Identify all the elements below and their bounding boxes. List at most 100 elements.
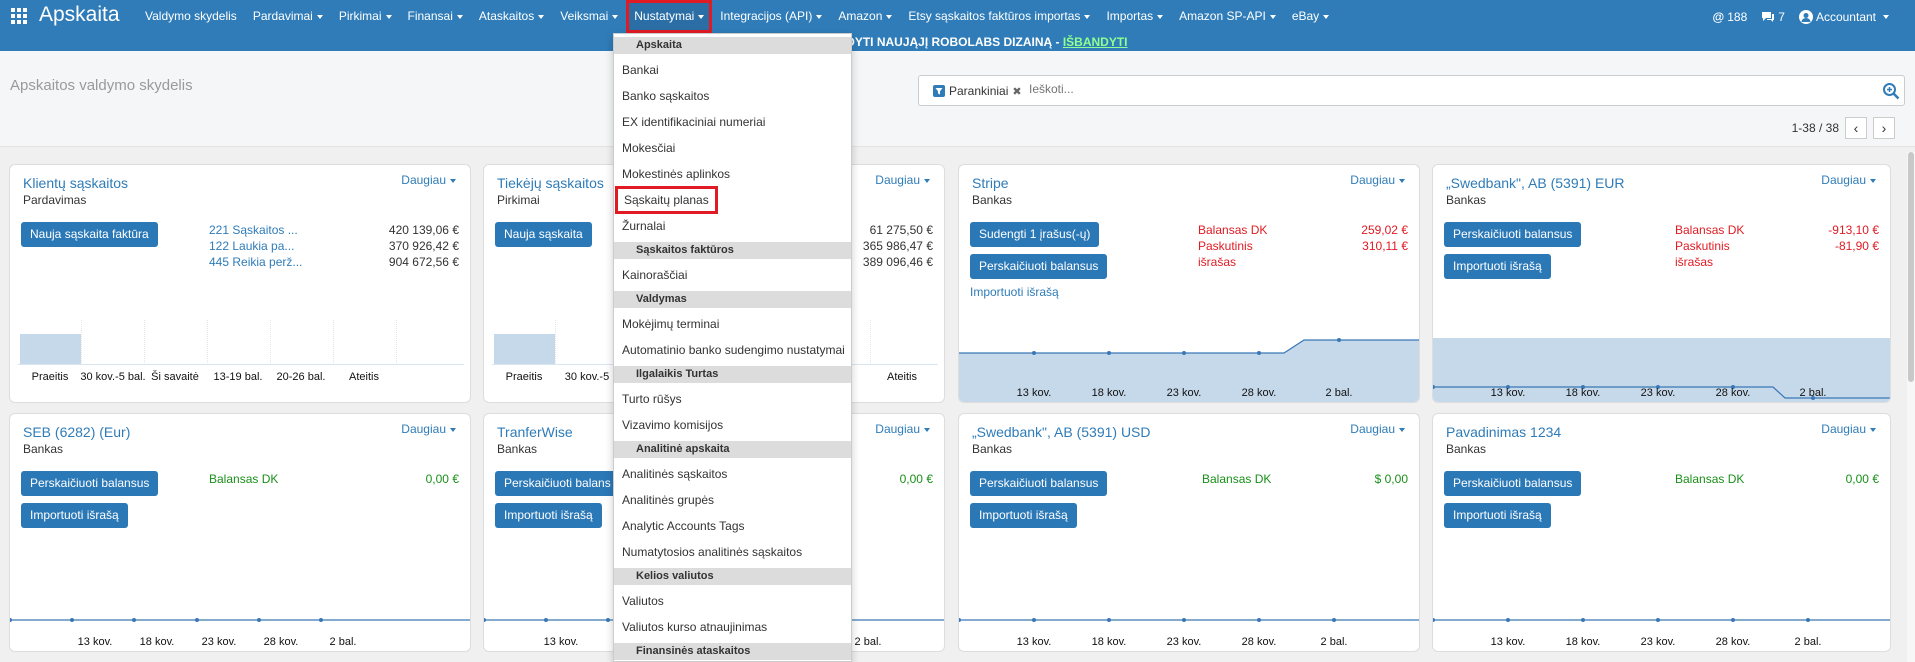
import-statement-button[interactable]: Importuoti išrašą <box>1444 254 1551 279</box>
recalculate-balances-button[interactable]: Perskaičiuoti balansus <box>970 254 1108 279</box>
nav-item-etsy-sąskaitos-faktūros-importas[interactable]: Etsy sąskaitos faktūros importas <box>900 0 1098 33</box>
recalculate-balances-button[interactable]: Perskaičiuoti balansus <box>970 471 1108 496</box>
nav-item-pardavimai[interactable]: Pardavimai <box>245 0 331 33</box>
scrollbar-thumb[interactable] <box>1908 152 1914 382</box>
dropdown-item[interactable]: Banko sąskaitos <box>614 83 851 109</box>
card-title[interactable]: Stripe <box>972 175 1009 191</box>
dropdown-item[interactable]: EX identifikaciniai numeriai <box>614 109 851 135</box>
nav-item-amazon[interactable]: Amazon <box>830 0 900 33</box>
import-statement-button[interactable]: Importuoti išrašą <box>495 503 602 528</box>
dropdown-item[interactable]: Automatinio banko sudengimo nustatymai <box>614 337 851 363</box>
banner-try-link[interactable]: IŠBANDYTI <box>1063 35 1128 49</box>
more-dropdown[interactable]: Daugiau <box>875 173 930 187</box>
import-statement-link[interactable]: Importuoti išrašą <box>970 285 1059 299</box>
reconcile-button[interactable]: Sudengti 1 įrašus(-ų) <box>970 222 1100 247</box>
card-title[interactable]: Pavadinimas 1234 <box>1446 424 1561 440</box>
messages-counter[interactable]: 7 <box>1761 10 1785 24</box>
more-dropdown[interactable]: Daugiau <box>1821 422 1876 436</box>
x-tick-label: 18 kov. <box>1091 636 1127 648</box>
balance-label: Balansas DK <box>1675 472 1745 486</box>
more-dropdown[interactable]: Daugiau <box>1350 422 1405 436</box>
x-tick-label: Ši savaitė <box>151 371 199 383</box>
nav-item-veiksmai[interactable]: Veiksmai <box>552 0 626 33</box>
import-statement-button[interactable]: Importuoti išrašą <box>1444 503 1551 528</box>
more-dropdown[interactable]: Daugiau <box>1350 173 1405 187</box>
new-invoice-button[interactable]: Nauja sąskaita faktūra <box>21 222 158 247</box>
dropdown-item[interactable]: Analitinės grupės <box>614 487 851 513</box>
chevron-down-icon <box>450 427 456 432</box>
dropdown-item[interactable]: Bankai <box>614 57 851 83</box>
card-title[interactable]: „Swedbank", AB (5391) EUR <box>1446 175 1625 191</box>
bill-stat-value: 61 275,50 € <box>869 223 933 237</box>
recalculate-balances-button[interactable]: Perskaičiuoti balansus <box>1444 222 1582 247</box>
more-dropdown[interactable]: Daugiau <box>875 422 930 436</box>
dropdown-item[interactable]: Vizavimo komisijos <box>614 412 851 438</box>
nav-item-finansai[interactable]: Finansai <box>400 0 471 33</box>
new-bill-button[interactable]: Nauja sąskaita <box>495 222 592 247</box>
nav-item-amazon-sp-api[interactable]: Amazon SP-API <box>1171 0 1284 33</box>
chart-bar <box>494 334 555 365</box>
card-title[interactable]: „Swedbank", AB (5391) USD <box>972 424 1151 440</box>
dropdown-item[interactable]: Valiutos kurso atnaujinimas <box>614 614 851 640</box>
search-input[interactable] <box>1029 82 1809 96</box>
card-title[interactable]: Tiekėjų sąskaitos <box>497 175 604 191</box>
nav-item-nustatymai[interactable]: Nustatymai <box>626 0 713 33</box>
card-title[interactable]: Klientų sąskaitos <box>23 175 128 191</box>
dropdown-item[interactable]: Mokestinės aplinkos <box>614 161 851 187</box>
recalculate-balances-button[interactable]: Perskaičiuoti balans <box>495 471 620 496</box>
chart-x-labels: 13 kov. 18 kov. 23 kov. 28 kov. 2 bal. <box>1441 387 1887 401</box>
nav-item-pirkimai[interactable]: Pirkimai <box>331 0 400 33</box>
import-statement-button[interactable]: Importuoti išrašą <box>970 503 1077 528</box>
remove-filter-icon[interactable]: ✖ <box>1012 85 1021 98</box>
dropdown-item[interactable]: Mokėjimų terminai <box>614 311 851 337</box>
last-statement-label: Paskutinis <box>1675 239 1730 253</box>
balance-value: 0,00 € <box>1845 472 1879 486</box>
search-icon[interactable] <box>1882 82 1900 100</box>
card-title[interactable]: TranferWise <box>497 424 573 440</box>
more-dropdown[interactable]: Daugiau <box>1821 173 1876 187</box>
dropdown-item[interactable]: Žurnalai <box>614 213 851 239</box>
dropdown-item[interactable]: Kainoraščiai <box>614 262 851 288</box>
chevron-down-icon <box>698 14 705 19</box>
dropdown-item[interactable]: Analitinės sąskaitos <box>614 461 851 487</box>
invoice-stat-link[interactable]: 221 Sąskaitos ... <box>209 223 298 237</box>
filter-tag[interactable]: Parankiniai ✖ <box>933 84 1022 98</box>
import-statement-button[interactable]: Importuoti išrašą <box>21 503 128 528</box>
recalculate-balances-button[interactable]: Perskaičiuoti balansus <box>1444 471 1582 496</box>
pager-next-button[interactable]: › <box>1873 117 1895 139</box>
dropdown-item-label: Automatinio banko sudengimo nustatymai <box>622 343 845 357</box>
dropdown-item[interactable]: Valiutos <box>614 588 851 614</box>
mentions-count: 188 <box>1727 9 1748 24</box>
last-statement-label: išrašas <box>1675 255 1714 269</box>
pager-prev-button[interactable]: ‹ <box>1845 117 1867 139</box>
x-tick-label: 28 kov. <box>1715 636 1751 648</box>
nav-item-integracijos-api-[interactable]: Integracijos (API) <box>712 0 830 33</box>
dropdown-item[interactable]: Turto rūšys <box>614 386 851 412</box>
invoice-stat-link[interactable]: 122 Laukia pa... <box>209 239 294 253</box>
card-title[interactable]: SEB (6282) (Eur) <box>23 424 130 440</box>
more-dropdown[interactable]: Daugiau <box>401 173 456 187</box>
x-tick-label: 13 kov. <box>1490 387 1526 399</box>
chevron-down-icon <box>1870 427 1876 432</box>
dropdown-item[interactable]: Numatytosios analitinės sąskaitos <box>614 539 851 565</box>
dropdown-item[interactable]: Analytic Accounts Tags <box>614 513 851 539</box>
nav-item-valdymo-skydelis[interactable]: Valdymo skydelis <box>137 0 245 33</box>
dropdown-item[interactable]: Sąskaitų planas <box>614 186 851 214</box>
chart-point <box>1731 618 1735 622</box>
nav-item-ebay[interactable]: eBay <box>1284 0 1337 33</box>
x-tick-label: 18 kov. <box>1565 636 1601 648</box>
chart-x-labels: 13 kov. 18 kov. 23 kov. 28 kov. 2 bal. <box>18 636 464 650</box>
recalculate-balances-button[interactable]: Perskaičiuoti balansus <box>21 471 159 496</box>
user-menu[interactable]: Accountant <box>1798 9 1889 24</box>
app-brand[interactable]: Apskaita <box>39 3 120 27</box>
dropdown-item[interactable]: Mokesčiai <box>614 135 851 161</box>
x-tick-label: 23 kov. <box>1166 636 1202 648</box>
balance-label: Balansas DK <box>209 472 279 486</box>
nav-item-importas[interactable]: Importas <box>1098 0 1171 33</box>
apps-grid-icon[interactable] <box>11 8 27 24</box>
invoice-stat-link[interactable]: 445 Reikia perž... <box>209 255 302 269</box>
more-dropdown[interactable]: Daugiau <box>401 422 456 436</box>
nav-item-ataskaitos[interactable]: Ataskaitos <box>471 0 552 33</box>
chart-point <box>1182 351 1186 355</box>
mentions-counter[interactable]: @188 <box>1713 10 1748 24</box>
